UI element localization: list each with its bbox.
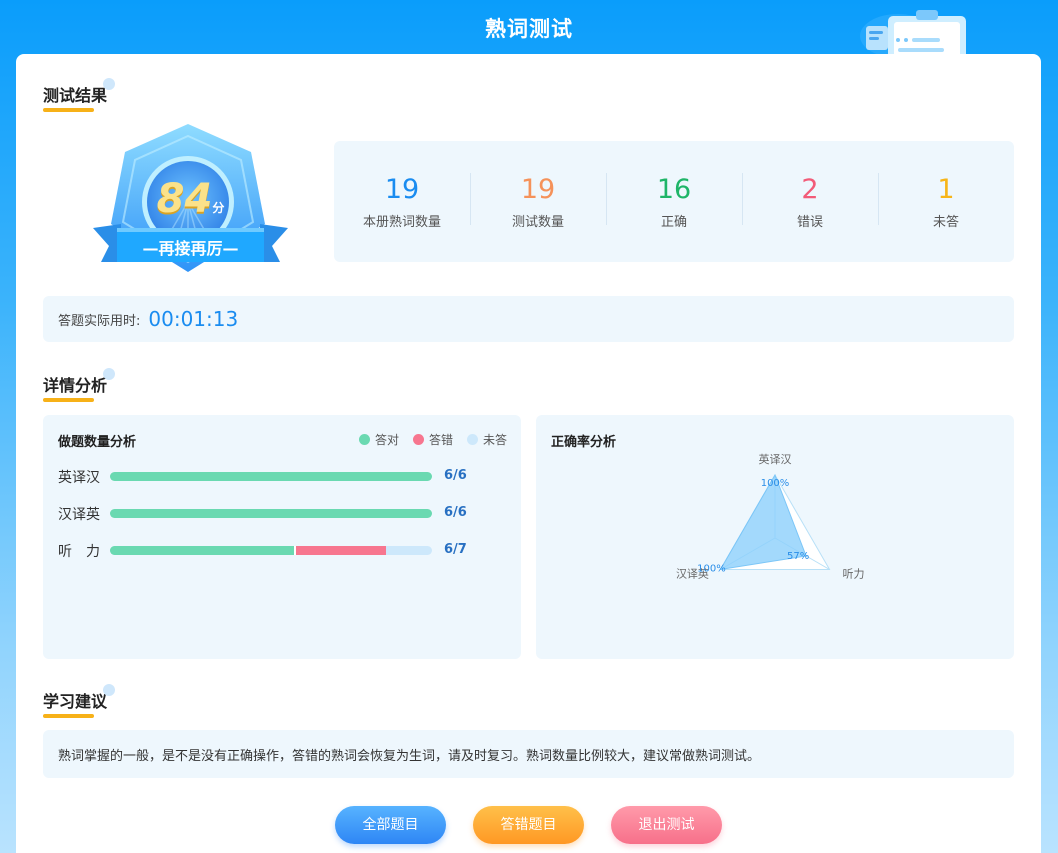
score-value: 84 (156, 176, 213, 222)
legend-dot (466, 434, 478, 445)
stat-value: 16 (656, 174, 692, 205)
radar-value-label: 100% (697, 564, 726, 575)
radar-chart: 英译汉100%汉译英100% 听力57% (676, 452, 865, 581)
score-unit: 分 (212, 201, 225, 215)
stat-label: 本册熟词数量 (362, 215, 441, 230)
title-dot (103, 684, 116, 696)
stats-panel: 19 本册熟词数量 19 测试数量 16 正确 2 错误 1 未答 (334, 141, 1014, 262)
stat-value: 19 (520, 174, 556, 205)
bar-row-en-cn: 英译汉 6/6 (58, 468, 498, 486)
bar-segment-right (110, 472, 432, 481)
count-analysis-panel: 做题数量分析 答对 答错 未答 英译汉 6/6 汉译英 6/6 听 力 6/7 (43, 415, 521, 659)
clipboard-icon (860, 10, 966, 58)
time-value: 00:01:13 (148, 307, 239, 331)
title-underline (43, 714, 94, 718)
section-title-result: 测试结果 (43, 78, 116, 112)
progress-bar (110, 546, 432, 555)
stat-label: 错误 (796, 215, 823, 230)
stat-value: 2 (801, 174, 819, 205)
badge-ribbon-text: —再接再厉— (142, 239, 239, 258)
title-dot (103, 78, 116, 90)
stat-correct: 16 正确 (606, 173, 742, 230)
stat-value: 19 (384, 174, 420, 205)
bar-value: 6/7 (444, 542, 467, 557)
bar-label: 英译汉 (58, 470, 100, 486)
section-title-advice: 学习建议 (43, 684, 116, 718)
stat-label: 正确 (660, 215, 687, 230)
radar-value-label: 100% (761, 478, 790, 489)
score: 84分 (93, 176, 288, 222)
legend-right: 答对 (358, 431, 399, 448)
advice-panel: 熟词掌握的一般，是不是没有正确操作，答错的熟词会恢复为生词，请及时复习。熟词数量… (43, 730, 1014, 778)
all-questions-button[interactable]: 全部题目 (335, 806, 446, 844)
bar-segment-right (110, 546, 294, 555)
progress-bar (110, 509, 432, 518)
legend-unanswered: 未答 (466, 431, 507, 448)
stat-tested: 19 测试数量 (470, 173, 606, 230)
count-legend: 答对 答错 未答 (345, 431, 507, 448)
legend-dot (412, 434, 424, 445)
bar-label: 汉译英 (58, 507, 100, 523)
legend-dot (358, 434, 370, 445)
stat-total-words: 19 本册熟词数量 (334, 173, 470, 230)
title-underline (43, 108, 94, 112)
score-badge: 84分 —再接再厉— (93, 124, 288, 274)
bar-segment-wrong (294, 546, 386, 555)
legend-wrong: 答错 (412, 431, 453, 448)
title-underline (43, 398, 94, 402)
progress-bar (110, 472, 432, 481)
count-panel-title: 做题数量分析 (58, 435, 137, 450)
result-card: 测试结果 84分 —再接再厉— 19 本册熟词数量 19 测试数量 16 正确 … (16, 54, 1041, 853)
advice-text: 熟词掌握的一般，是不是没有正确操作，答错的熟词会恢复为生词，请及时复习。熟词数量… (58, 748, 761, 764)
exit-test-button[interactable]: 退出测试 (611, 806, 722, 844)
stat-value: 1 (937, 174, 955, 205)
bar-segment-right (110, 509, 432, 518)
stat-label: 测试数量 (511, 215, 564, 230)
bar-row-cn-en: 汉译英 6/6 (58, 505, 498, 523)
title-dot (103, 368, 116, 380)
bar-value: 6/6 (444, 505, 467, 520)
radar-axis-label: 听力 (843, 568, 865, 581)
time-panel: 答题实际用时: 00:01:13 (43, 296, 1014, 342)
bar-label: 听 力 (58, 544, 100, 560)
wrong-questions-button[interactable]: 答错题目 (473, 806, 584, 844)
stat-wrong: 2 错误 (742, 173, 878, 230)
stat-unanswered: 1 未答 (878, 173, 1014, 230)
accuracy-analysis-panel: 正确率分析 英译汉 100% 汉译英 100% 听力 57% (536, 415, 1014, 659)
radar-axis-label: 英译汉 (759, 452, 792, 466)
radar-value-label: 57% (787, 551, 809, 562)
stat-label: 未答 (932, 215, 959, 230)
time-label: 答题实际用时: (58, 313, 141, 329)
bar-value: 6/6 (444, 468, 467, 483)
section-title-detail: 详情分析 (43, 368, 116, 402)
bar-row-listening: 听 力 6/7 (58, 542, 498, 560)
